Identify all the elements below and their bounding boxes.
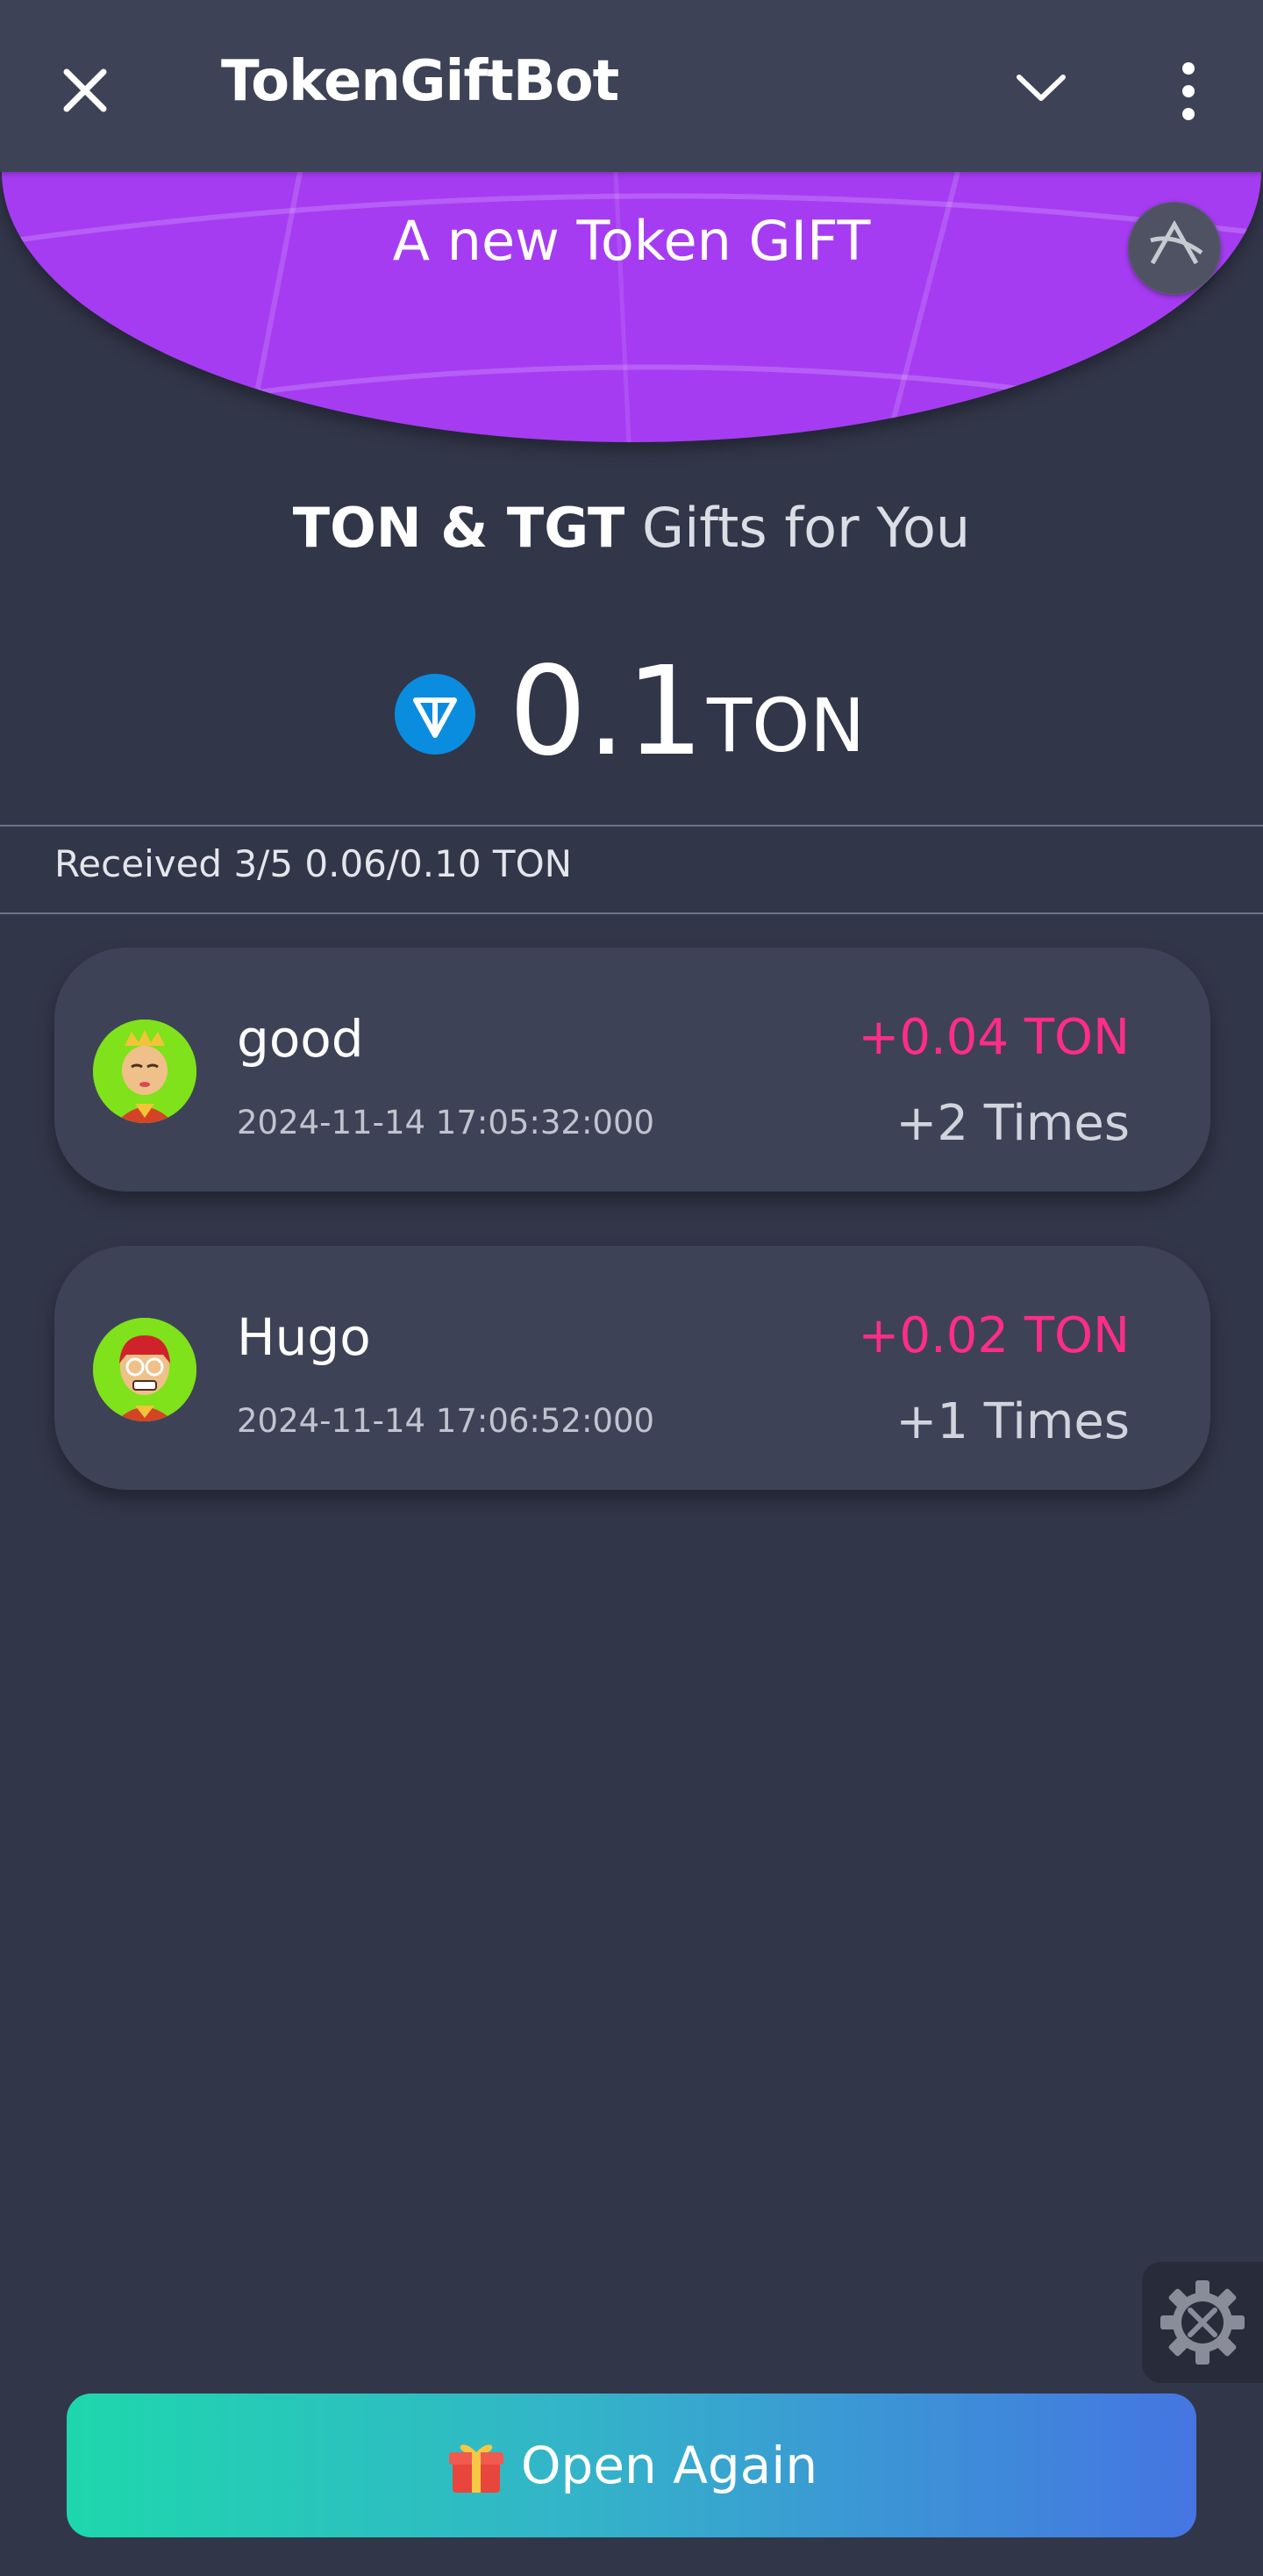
gift-icon <box>446 2435 507 2496</box>
more-vert-icon[interactable] <box>1167 60 1210 123</box>
recipient-card: good 2024-11-14 17:05:32:000 +0.04 TON +… <box>54 948 1210 1191</box>
recipient-time: 2024-11-14 17:06:52:000 <box>237 1402 655 1440</box>
top-bar: TokenGiftBot <box>0 0 1263 172</box>
recipient-times: +1 Times <box>896 1393 1130 1450</box>
chevron-down-icon[interactable] <box>1010 61 1072 114</box>
open-again-button[interactable]: Open Again <box>67 2394 1196 2537</box>
recipient-name: good <box>237 1009 364 1069</box>
banner-title: A new Token GIFT <box>392 209 871 273</box>
recipient-time: 2024-11-14 17:05:32:000 <box>237 1104 655 1141</box>
recipient-card: Hugo 2024-11-14 17:06:52:000 +0.02 TON +… <box>54 1246 1210 1490</box>
recipient-amount: +0.04 TON <box>858 1009 1130 1066</box>
open-again-label: Open Again <box>520 2436 818 2495</box>
app-title: TokenGiftBot <box>221 49 619 114</box>
gift-amount-unit: TON <box>707 683 866 769</box>
avatar <box>93 1318 196 1421</box>
gift-amount-value: 0.1 <box>509 640 704 784</box>
gifts-heading-rest: Gifts for You <box>642 496 971 560</box>
recipient-amount: +0.02 TON <box>858 1307 1130 1364</box>
received-summary-text: Received 3/5 0.06/0.10 TON <box>54 842 573 885</box>
avatar <box>93 1020 196 1123</box>
gifts-heading-tokens: TON & TGT <box>292 496 625 560</box>
recipient-times: +2 Times <box>896 1095 1130 1152</box>
gift-amount: 0.1 TON <box>0 640 1263 790</box>
settings-gear-icon <box>1160 2280 1245 2365</box>
close-icon[interactable] <box>54 60 116 121</box>
settings-button[interactable] <box>1142 2262 1263 2383</box>
ton-logo-icon <box>395 674 475 755</box>
recipient-name: Hugo <box>237 1307 371 1367</box>
gifts-heading: TON & TGT Gifts for You <box>0 496 1263 560</box>
received-summary: Received 3/5 0.06/0.10 TON <box>0 825 1263 914</box>
gift-banner: A new Token GIFT <box>2 172 1261 442</box>
app-logo-icon[interactable] <box>1128 202 1221 295</box>
